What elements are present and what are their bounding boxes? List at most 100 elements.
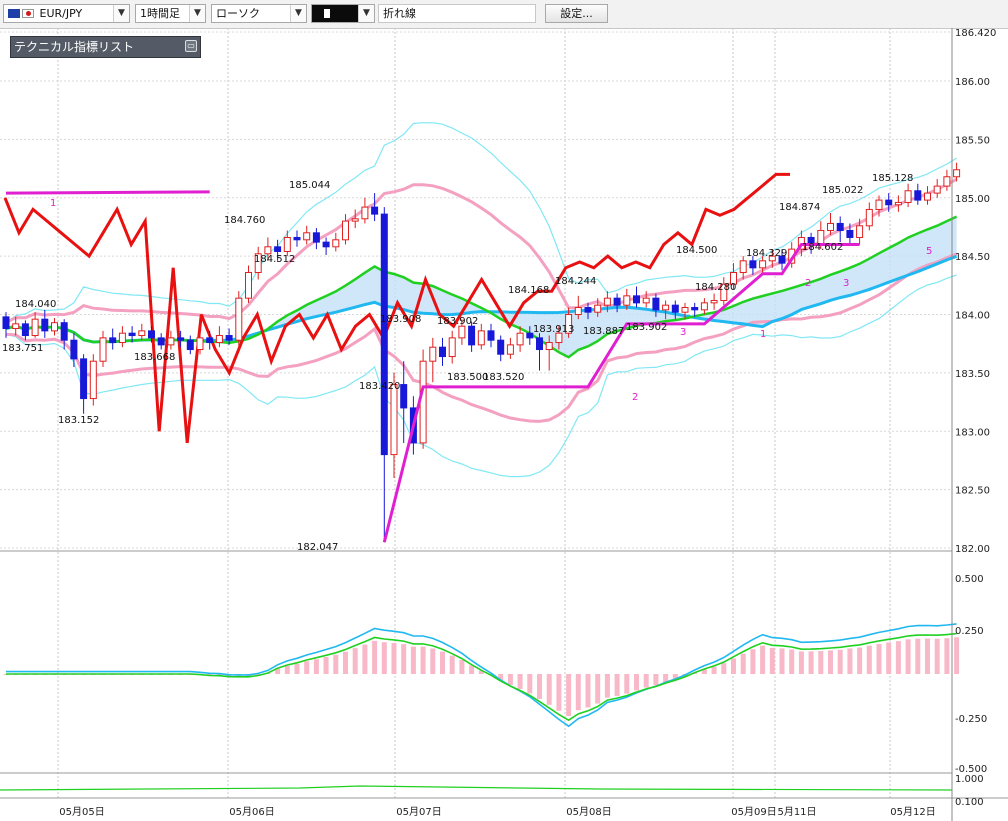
y-tick-label: 182.50 [955, 486, 990, 497]
candle-body [487, 330, 495, 341]
macd-histogram-bar [750, 649, 756, 674]
candle-body [894, 201, 902, 206]
x-tick-label: 05月09日 [731, 806, 776, 818]
price-label: 185.044 [289, 180, 330, 191]
color-swatch-icon [324, 9, 330, 18]
candle-body [400, 384, 408, 409]
candle-body [749, 260, 757, 269]
candle-body [603, 297, 611, 306]
candle-body [468, 325, 476, 346]
candle-body [177, 337, 185, 341]
macd-histogram-bar [372, 640, 378, 674]
price-label: 183.902 [626, 322, 667, 333]
indicator-list-panel[interactable]: テクニカル指標リスト ▭ [10, 36, 201, 58]
macd-histogram-bar [643, 674, 649, 688]
y-tick-label: 0.250 [955, 626, 984, 637]
candle-body [506, 344, 514, 355]
x-tick-label: 5月11日 [777, 806, 816, 818]
candle-body [914, 190, 922, 201]
chart-type-label: ローソク [216, 7, 260, 20]
minimize-icon[interactable]: ▭ [185, 40, 197, 52]
toolbar: EUR/JPY ▼ 1時間足 ▼ ローソク ▼ ▼ 折れ線 設定... [0, 0, 1008, 29]
price-label: 183.887 [583, 326, 624, 337]
candle-body [380, 213, 388, 456]
chevron-down-icon[interactable]: ▼ [189, 5, 205, 22]
candle-body [652, 297, 660, 311]
zigzag-label: 1 [50, 198, 56, 209]
candle-body [215, 335, 223, 344]
macd-histogram-bar [546, 674, 552, 705]
symbol-label: EUR/JPY [39, 7, 83, 20]
chevron-down-icon[interactable]: ▼ [358, 5, 374, 22]
candle-body [80, 358, 88, 400]
candle-body [885, 199, 893, 206]
macd-histogram-bar [459, 659, 465, 674]
macd-line [6, 623, 957, 728]
macd-histogram-bar [634, 674, 639, 691]
macd-histogram-bar [731, 658, 736, 674]
overlay-type-field[interactable]: 折れ線 [378, 4, 536, 23]
y-tick-label: 184.50 [955, 252, 990, 263]
candle-body [31, 318, 39, 337]
candle-body [594, 304, 602, 313]
macd-histogram-bar [905, 639, 911, 674]
macd-histogram-bar [837, 649, 843, 674]
settings-button[interactable]: 設定... [545, 4, 608, 23]
macd-histogram-bar [284, 665, 290, 674]
candle-body [419, 360, 427, 444]
candle-body [312, 232, 320, 243]
candle-body [429, 346, 437, 362]
candle-body [351, 218, 359, 222]
indicator-list-title: テクニカル指標リスト [14, 40, 135, 54]
y-tick-label: 1.000 [955, 774, 984, 785]
candle-body [157, 337, 165, 346]
x-tick-label: 05月05日 [59, 806, 104, 818]
candle-body [516, 332, 524, 346]
line-color-select[interactable]: ▼ [311, 4, 375, 23]
chart-area: 1 2 3 1 2 3 5 184.040 183.751 183.152 183.668 184.7… [0, 28, 1008, 821]
symbol-select[interactable]: EUR/JPY ▼ [3, 4, 130, 23]
macd-histogram-bar [925, 638, 930, 674]
macd-histogram-bar [866, 645, 872, 674]
candle-body [623, 295, 631, 306]
macd-histogram-bar [721, 663, 727, 674]
candle-body [671, 304, 679, 313]
macd-histogram-bar [362, 644, 368, 674]
macd-histogram-bar [313, 659, 319, 674]
candle-body [148, 330, 155, 339]
price-label: 183.668 [134, 352, 175, 363]
zigzag-label: 3 [680, 327, 686, 338]
macd-histogram-bar [323, 656, 329, 674]
candle-body [691, 307, 699, 311]
candle-body [681, 307, 689, 313]
price-label: 183.420 [359, 381, 400, 392]
candle-body [497, 339, 505, 355]
macd-histogram-bar [934, 638, 940, 674]
chart-type-select[interactable]: ローソク ▼ [211, 4, 307, 23]
candle-body [235, 297, 243, 341]
candle-body [390, 384, 398, 456]
x-tick-label: 05月12日 [890, 806, 935, 818]
chevron-down-icon[interactable]: ▼ [113, 5, 129, 22]
macd-histogram-bar [614, 674, 620, 696]
price-label: 183.908 [380, 314, 421, 325]
candle-body [953, 169, 961, 178]
candle-body [109, 337, 117, 344]
x-tick-label: 05月08日 [566, 806, 611, 818]
candle-body [274, 246, 282, 252]
candle-body [904, 190, 912, 203]
candle-body [89, 360, 97, 400]
price-label: 185.128 [872, 173, 913, 184]
chevron-down-icon[interactable]: ▼ [290, 5, 306, 22]
macd-histogram-bar [566, 674, 572, 717]
macd-histogram-bar [391, 643, 397, 674]
timeframe-select[interactable]: 1時間足 ▼ [135, 4, 206, 23]
macd-histogram-bar [954, 637, 960, 674]
macd-histogram-bar [410, 646, 416, 674]
candle-body [759, 260, 767, 269]
candle-body [836, 222, 844, 231]
candle-body [933, 185, 941, 194]
macd-histogram-bar [711, 666, 717, 674]
price-label: 184.874 [779, 202, 820, 213]
axes: 186.420 186.00 185.50 185.00 184.50 184.00 183… [59, 28, 996, 821]
